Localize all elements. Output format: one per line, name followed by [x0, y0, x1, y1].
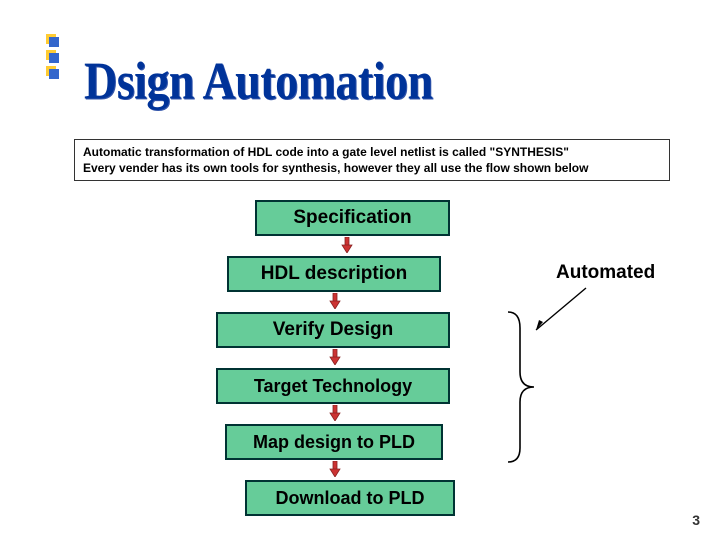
flow-step-verify-design: Verify Design: [216, 312, 450, 348]
automated-label: Automated: [556, 262, 655, 284]
arrow-down-icon: [340, 237, 354, 253]
flow-step-download: Download to PLD: [245, 480, 455, 516]
flow-step-specification: Specification: [255, 200, 450, 236]
arrow-down-icon: [328, 461, 342, 477]
brace-icon: [500, 310, 536, 464]
arrow-down-icon: [328, 349, 342, 365]
flow-step-hdl-description: HDL description: [227, 256, 441, 292]
flow-step-target-technology: Target Technology: [216, 368, 450, 404]
decorative-bullet: [46, 34, 56, 44]
pointer-line: [534, 286, 594, 334]
info-box: Automatic transformation of HDL code int…: [74, 139, 670, 181]
arrow-down-icon: [328, 293, 342, 309]
flow-step-map-design: Map design to PLD: [225, 424, 443, 460]
decorative-bullet: [46, 66, 56, 76]
info-line-1: Automatic transformation of HDL code int…: [83, 144, 661, 160]
slide-title: Dsign Automation: [84, 50, 433, 111]
decorative-bullet: [46, 50, 56, 60]
arrow-down-icon: [328, 405, 342, 421]
slide-number: 3: [692, 512, 700, 528]
info-line-2: Every vender has its own tools for synth…: [83, 160, 661, 176]
